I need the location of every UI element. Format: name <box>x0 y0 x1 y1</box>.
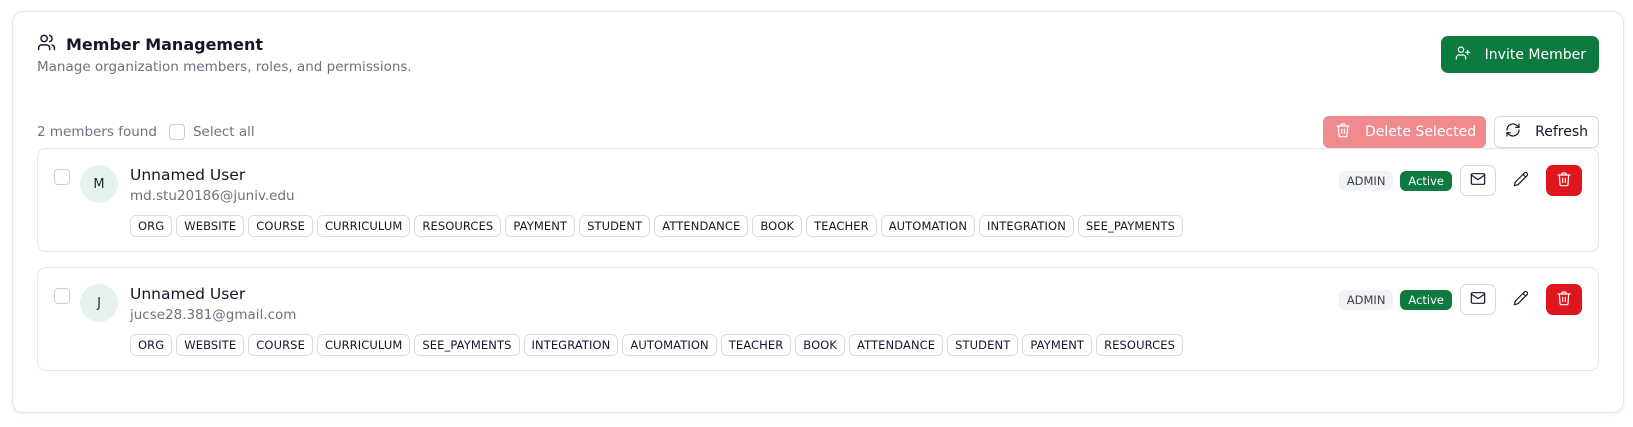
member-checkbox[interactable] <box>54 169 70 185</box>
role-badge: ADMIN <box>1338 170 1394 191</box>
permission-tag: AUTOMATION <box>880 215 976 237</box>
refresh-label: Refresh <box>1535 124 1588 140</box>
permission-tag: INTEGRATION <box>523 334 619 356</box>
avatar: J <box>80 284 118 322</box>
member-actions: ADMIN Active <box>1338 284 1582 315</box>
permission-tag: RESOURCES <box>414 215 502 237</box>
permission-tag: WEBSITE <box>176 215 245 237</box>
member-info: Unnamed User md.stu20186@juniv.edu <box>130 166 295 204</box>
member-actions: ADMIN Active <box>1338 165 1582 196</box>
pencil-icon <box>1513 171 1529 190</box>
refresh-button[interactable]: Refresh <box>1494 116 1599 148</box>
delete-member-button[interactable] <box>1546 284 1582 315</box>
status-badge: Active <box>1400 289 1452 310</box>
select-all-label: Select all <box>192 124 255 140</box>
delete-member-button[interactable] <box>1546 165 1582 196</box>
trash-icon <box>1335 122 1351 142</box>
permission-tag: BOOK <box>752 215 803 237</box>
member-email: jucse28.381@gmail.com <box>130 307 297 323</box>
permission-tag: COURSE <box>248 215 313 237</box>
card-header: Member Management Manage organization me… <box>37 34 1599 75</box>
page-subtitle: Manage organization members, roles, and … <box>37 59 412 75</box>
email-member-button[interactable] <box>1460 284 1496 315</box>
list-toolbar: 2 members found Select all Delete Select… <box>37 116 1599 148</box>
member-count: 2 members found <box>37 124 157 140</box>
avatar: M <box>80 165 118 203</box>
select-all-checkbox[interactable] <box>168 124 185 140</box>
member-email: md.stu20186@juniv.edu <box>130 188 295 204</box>
permission-tag: TEACHER <box>720 334 792 356</box>
permission-tag: STUDENT <box>579 215 651 237</box>
pencil-icon <box>1513 290 1529 309</box>
role-badge: ADMIN <box>1338 289 1394 310</box>
member-card: M Unnamed User md.stu20186@juniv.edu ORG… <box>37 148 1599 252</box>
permission-list: ORG WEBSITE COURSE CURRICULUM RESOURCES PAYME… <box>130 215 1184 237</box>
status-badge: Active <box>1400 170 1452 191</box>
permission-tag: PAYMENT <box>505 215 576 237</box>
permission-tag: PAYMENT <box>1022 334 1093 356</box>
edit-member-button[interactable] <box>1503 284 1539 315</box>
permission-tag: CURRICULUM <box>316 215 411 237</box>
permission-tag: SEE_PAYMENTS <box>414 334 520 356</box>
permission-tag: WEBSITE <box>176 334 245 356</box>
permission-tag: AUTOMATION <box>622 334 717 356</box>
email-member-button[interactable] <box>1460 165 1496 196</box>
mail-icon <box>1470 171 1486 190</box>
permission-tag: ORG <box>130 215 173 237</box>
member-name: Unnamed User <box>130 285 246 303</box>
permission-tag: CURRICULUM <box>316 334 411 356</box>
trash-icon <box>1556 171 1572 190</box>
trash-icon <box>1556 290 1572 309</box>
users-icon <box>37 33 56 56</box>
select-all[interactable]: Select all <box>168 124 255 140</box>
invite-member-button[interactable]: Invite Member <box>1440 36 1599 73</box>
permission-tag: RESOURCES <box>1096 334 1184 356</box>
permission-tag: STUDENT <box>947 334 1019 356</box>
permission-tag: SEE_PAYMENTS <box>1077 215 1184 237</box>
refresh-icon <box>1505 122 1521 142</box>
member-checkbox[interactable] <box>54 288 70 304</box>
member-name: Unnamed User <box>130 166 246 184</box>
member-card: J Unnamed User jucse28.381@gmail.com ORG… <box>37 267 1599 371</box>
member-info: Unnamed User jucse28.381@gmail.com <box>130 285 296 323</box>
edit-member-button[interactable] <box>1503 165 1539 196</box>
permission-tag: BOOK <box>795 334 846 356</box>
member-management-card: Member Management Manage organization me… <box>12 11 1624 413</box>
permission-tag: ATTENDANCE <box>654 215 749 237</box>
permission-tag: ORG <box>130 334 173 356</box>
permission-tag: ATTENDANCE <box>849 334 944 356</box>
mail-icon <box>1470 290 1486 309</box>
toolbar-left: 2 members found Select all <box>37 124 255 140</box>
permission-list: ORG WEBSITE COURSE CURRICULUM SEE_PAYMENTS IN… <box>130 334 1184 356</box>
title-row: Member Management <box>37 34 412 54</box>
header-text: Member Management Manage organization me… <box>37 34 412 75</box>
toolbar-right: Delete Selected Refresh <box>1322 116 1599 148</box>
permission-tag: TEACHER <box>806 215 877 237</box>
invite-member-label: Invite Member <box>1484 46 1586 63</box>
user-plus-icon <box>1455 45 1471 65</box>
delete-selected-label: Delete Selected <box>1364 124 1477 140</box>
page-title: Member Management <box>66 34 263 54</box>
permission-tag: INTEGRATION <box>979 215 1074 237</box>
permission-tag: COURSE <box>248 334 313 356</box>
delete-selected-button[interactable]: Delete Selected <box>1322 116 1487 148</box>
